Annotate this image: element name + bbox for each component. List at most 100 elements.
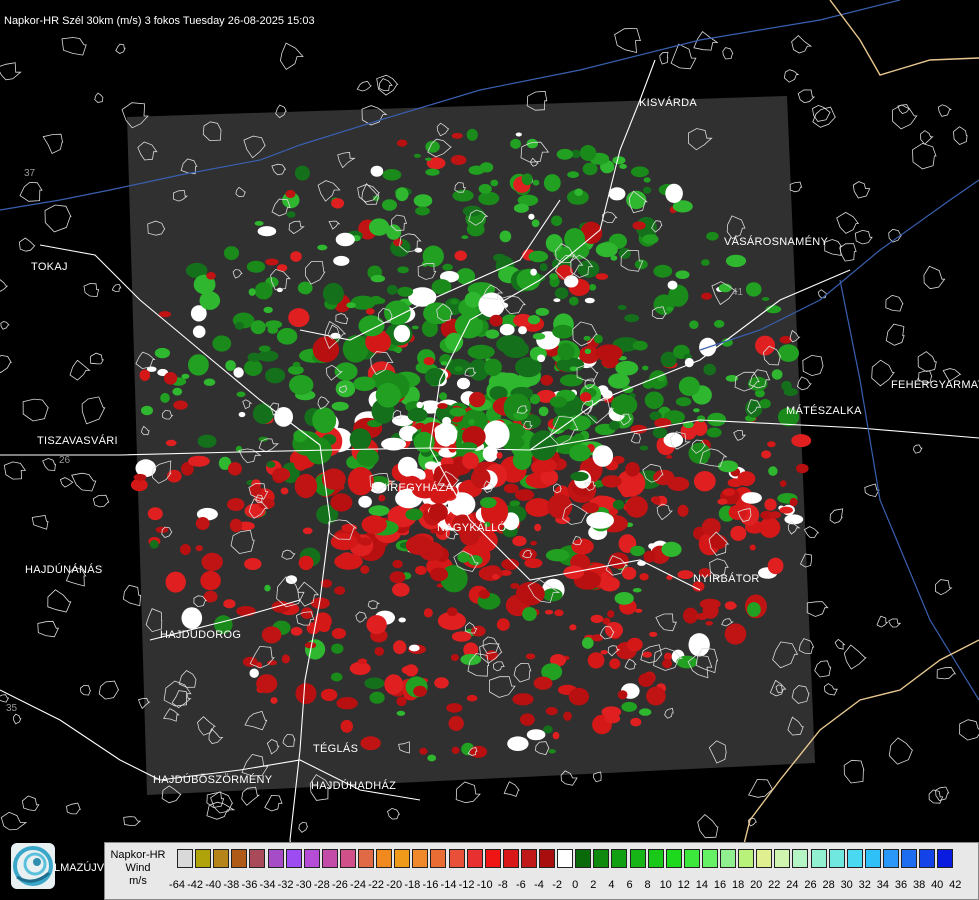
city-label-nyiregyhaza: NYÍREGYHÁZA — [371, 482, 454, 494]
legend-swatch — [593, 849, 610, 868]
legend-tick-label: -36 — [241, 879, 258, 891]
legend-tick-label: -30 — [295, 879, 312, 891]
city-label-kisvarda: KISVÁRDA — [639, 97, 698, 109]
legend-swatch — [792, 849, 809, 868]
legend-swatch — [720, 849, 736, 868]
legend-swatch — [285, 849, 302, 868]
city-label-tiszavasvari: TISZAVASVÁRI — [37, 435, 118, 447]
legend-tick-label: 28 — [822, 879, 835, 891]
legend-swatch — [376, 849, 393, 868]
legend-tick-label: 0 — [572, 879, 579, 891]
city-label-hajdudorog: HAJDÚDOROG — [160, 629, 242, 641]
legend-tick-label: -16 — [422, 879, 439, 891]
legend-swatch — [394, 849, 411, 868]
legend-tick-label: 40 — [931, 879, 944, 891]
legend-swatch — [611, 849, 628, 868]
legend-swatch — [629, 849, 646, 868]
legend-tick-label: 4 — [608, 879, 615, 891]
legend-tick-label: 26 — [804, 879, 817, 891]
color-legend: Napkor-HR Wind m/s -64 -42 -40 -38 -36 -34 -32… — [104, 842, 979, 900]
legend-swatch — [213, 849, 230, 868]
legend-tick-label: -8 — [497, 879, 508, 891]
road-number: 35 — [6, 703, 18, 714]
legend-swatch — [810, 849, 827, 868]
legend-tick-label: -18 — [404, 879, 421, 891]
legend-swatch — [575, 849, 592, 868]
legend-tick-label: 30 — [840, 879, 853, 891]
legend-swatch — [864, 849, 881, 868]
legend-swatch — [919, 849, 936, 868]
legend-swatch — [738, 849, 755, 868]
legend-swatch — [321, 849, 338, 868]
legend-swatch — [412, 849, 429, 868]
legend-tick-label: -14 — [440, 879, 457, 891]
legend-tick-label: 12 — [677, 879, 690, 891]
legend-quantity: Wind — [125, 862, 151, 874]
legend-swatch — [539, 849, 555, 868]
legend-tick-label: 2 — [590, 879, 597, 891]
legend-swatch — [231, 849, 248, 868]
legend-tick-label: -4 — [534, 879, 544, 891]
map-title: Napkor-HR Szél 30km (m/s) 3 fokos Tuesda… — [4, 15, 315, 27]
legend-tick-label: 42 — [949, 879, 962, 891]
legend-product-name: Napkor-HR — [110, 849, 166, 861]
legend-swatch — [774, 849, 791, 868]
city-label-nyirbator: NYÍRBÁTOR — [693, 573, 760, 585]
legend-swatch — [557, 849, 574, 868]
legend-tick-label: -6 — [516, 879, 526, 891]
legend-swatch — [430, 849, 447, 868]
legend-tick-label: 20 — [750, 879, 763, 891]
legend-tick-label: -32 — [277, 879, 294, 891]
legend-swatch — [502, 849, 519, 868]
legend-tick-label: 34 — [876, 879, 890, 891]
legend-tick-label: -24 — [350, 879, 366, 891]
city-label-hajduboszormeny: HAJDÚBÖSZÖRMÉNY — [153, 774, 273, 786]
road-number: 41 — [732, 287, 744, 298]
legend-tick-label: 24 — [786, 879, 799, 891]
legend-tick-label: -10 — [476, 879, 493, 891]
city-label-nagykallo: NAGYKÁLLÓ — [437, 522, 507, 534]
napkor-swirl-icon — [11, 843, 55, 889]
legend-swatch — [701, 849, 718, 868]
legend-swatch — [937, 849, 954, 868]
legend-tick-label: -34 — [259, 879, 276, 891]
legend-swatch — [756, 849, 773, 868]
legend-swatch — [882, 849, 899, 868]
legend-tick-label: -64 — [169, 879, 185, 891]
legend-tick-label: -20 — [386, 879, 403, 891]
city-label-hajdunanas: HAJDÚNÁNÁS — [25, 564, 103, 576]
legend-swatch — [303, 849, 320, 868]
legend-tick-label: -12 — [458, 879, 475, 891]
city-label-tokaj: TOKAJ — [31, 261, 68, 273]
city-label-teglas: TÉGLÁS — [313, 743, 359, 755]
city-label-mateszalka: MÁTÉSZALKA — [786, 405, 862, 417]
legend-tick-label: -38 — [223, 879, 240, 891]
legend-tick-label: -26 — [331, 879, 348, 891]
legend-swatch — [520, 849, 537, 868]
city-label-hajduhadhaz: HAJDÚHADHÁZ — [311, 780, 397, 792]
legend-swatch — [177, 849, 193, 868]
legend-swatch — [846, 849, 863, 868]
city-label-vasarosnameny: VÁSÁROSNAMÉNY — [724, 236, 829, 248]
legend-tick-label: -22 — [368, 879, 385, 891]
legend-tick-label: 8 — [644, 879, 651, 891]
legend-swatch — [665, 849, 682, 868]
legend-tick-label: -40 — [205, 879, 222, 891]
legend-tick-label: 32 — [858, 879, 871, 891]
legend-swatch — [647, 849, 664, 868]
legend-tick-label: 22 — [768, 879, 781, 891]
legend-swatch — [339, 849, 356, 868]
legend-tick-label: 16 — [713, 879, 727, 891]
road-number: 37 — [24, 168, 36, 179]
legend-swatch — [466, 849, 483, 868]
legend-tick-label: 38 — [912, 879, 926, 891]
legend-tick-label: 10 — [659, 879, 672, 891]
legend-swatch — [448, 849, 465, 868]
legend-swatch — [267, 849, 284, 868]
legend-swatch — [249, 849, 266, 868]
legend-swatch — [358, 849, 374, 868]
legend-tick-label: 14 — [695, 879, 709, 891]
legend-swatch — [683, 849, 700, 868]
legend-swatch — [484, 849, 501, 868]
road-number: 26 — [59, 455, 71, 466]
